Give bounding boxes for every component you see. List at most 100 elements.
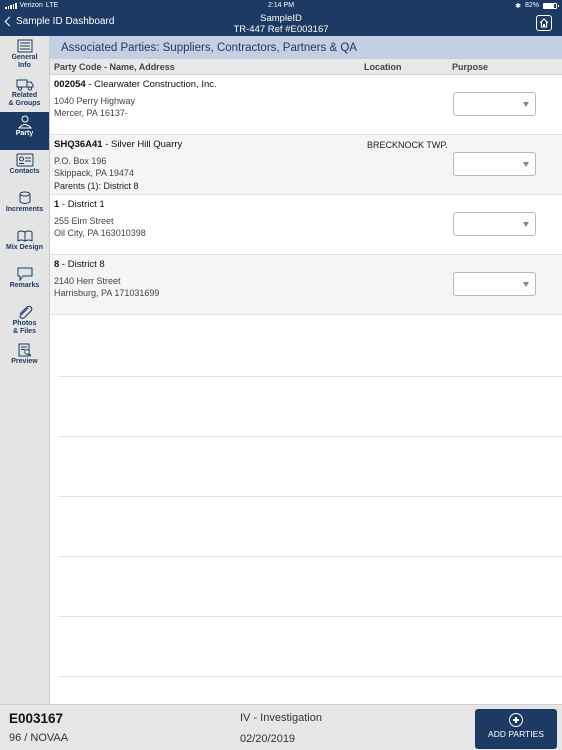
sidebar-item-photos-files[interactable]: Photos & Files xyxy=(0,302,49,340)
column-header-location: Location xyxy=(364,62,402,72)
paperclip-icon xyxy=(18,305,32,319)
home-button[interactable] xyxy=(536,15,552,31)
network-label: LTE xyxy=(45,2,59,9)
column-header-party: Party Code - Name, Address xyxy=(54,62,175,72)
sample-id: E003167 xyxy=(9,711,64,726)
party-name: - Clearwater Construction, Inc. xyxy=(85,79,217,90)
sidebar-item-party[interactable]: Party xyxy=(0,112,49,150)
party-address-line2: Mercer, PA 16137- xyxy=(54,108,128,118)
party-address: P.O. Box 196 Skippack, PA 19474 xyxy=(54,155,134,179)
sample-date: 02/20/2019 xyxy=(240,733,296,745)
party-address-line1: 1040 Perry Highway xyxy=(54,96,136,106)
footer-bar: E003167 96 / NOVAA IV - Investigation 02… xyxy=(0,704,562,750)
sidebar: General Info Related & Groups Party Cont… xyxy=(0,36,50,704)
bluetooth-icon: ✱ xyxy=(515,2,521,10)
sidebar-item-label: Party xyxy=(15,130,34,137)
empty-list-area xyxy=(58,317,562,677)
purpose-dropdown[interactable] xyxy=(453,212,536,236)
list-icon xyxy=(17,39,32,53)
sidebar-item-label: Preview xyxy=(11,358,38,365)
party-location: BRECKNOCK TWP. xyxy=(367,140,448,150)
sidebar-item-mix-design[interactable]: Mix Design xyxy=(0,226,49,264)
empty-row-divider xyxy=(58,617,562,677)
purpose-dropdown[interactable] xyxy=(453,92,536,116)
party-parents: Parents (1): District 8 xyxy=(54,181,139,191)
column-headers: Party Code - Name, Address Location Purp… xyxy=(50,59,562,75)
section-title: Associated Parties: Suppliers, Contracto… xyxy=(50,36,562,59)
party-address-line1: P.O. Box 196 xyxy=(54,156,107,166)
caret-down-icon xyxy=(523,282,529,287)
status-bar: Verizon LTE 2:14 PM ✱ 82% xyxy=(0,0,562,11)
party-code-name: 8 - District 8 xyxy=(54,259,105,270)
sidebar-item-label: Remarks xyxy=(9,282,40,289)
sidebar-item-label: General Info xyxy=(11,54,38,69)
party-address: 255 Elm Street Oil City, PA 163010398 xyxy=(54,215,146,239)
party-row[interactable]: 1 - District 1 255 Elm Street Oil City, … xyxy=(50,195,562,255)
party-code-name: SHQ36A41 - Silver Hill Quarry xyxy=(54,139,182,150)
battery-icon xyxy=(543,2,559,9)
party-code: SHQ36A41 xyxy=(54,139,103,150)
purpose-dropdown[interactable] xyxy=(453,152,536,176)
page-title: SampleID xyxy=(260,13,302,24)
status-right: ✱ 82% xyxy=(515,2,559,10)
sidebar-item-remarks[interactable]: Remarks xyxy=(0,264,49,302)
sidebar-item-general-info[interactable]: General Info xyxy=(0,36,49,74)
empty-row-divider xyxy=(58,317,562,377)
party-name: - District 1 xyxy=(59,199,105,210)
empty-row-divider xyxy=(58,377,562,437)
sidebar-item-label: Photos & Files xyxy=(12,320,37,335)
sidebar-item-contacts[interactable]: Contacts xyxy=(0,150,49,188)
party-address-line2: Harrisburg, PA 171031699 xyxy=(54,288,160,298)
home-icon xyxy=(539,18,549,28)
party-code-name: 002054 - Clearwater Construction, Inc. xyxy=(54,79,217,90)
sidebar-item-label: Mix Design xyxy=(6,244,43,251)
caret-down-icon xyxy=(523,162,529,167)
party-address-line1: 2140 Herr Street xyxy=(54,276,121,286)
empty-row-divider xyxy=(58,437,562,497)
sidebar-item-increments[interactable]: Increments xyxy=(0,188,49,226)
party-address: 2140 Herr Street Harrisburg, PA 17103169… xyxy=(54,275,159,299)
carrier-label: Verizon xyxy=(19,2,43,9)
add-parties-button[interactable]: ADD PARTIES xyxy=(475,709,557,749)
party-address: 1040 Perry Highway Mercer, PA 16137- xyxy=(54,95,135,119)
status-time: 2:14 PM xyxy=(267,2,295,9)
person-icon xyxy=(17,115,32,129)
empty-row-divider xyxy=(58,557,562,617)
nav-bar: Sample ID Dashboard SampleID TR-447 Ref … xyxy=(0,11,562,36)
party-row[interactable]: SHQ36A41 - Silver Hill Quarry P.O. Box 1… xyxy=(50,135,562,195)
book-icon xyxy=(17,230,32,242)
party-code-name: 1 - District 1 xyxy=(54,199,105,210)
battery-percent: 82% xyxy=(524,2,539,9)
main-content: Associated Parties: Suppliers, Contracto… xyxy=(50,36,562,704)
sample-sub: 96 / NOVAA xyxy=(9,732,69,744)
sidebar-item-label: Contacts xyxy=(9,168,40,175)
plus-circle-icon xyxy=(509,713,523,727)
sidebar-item-label: Increments xyxy=(5,206,44,213)
caret-down-icon xyxy=(523,222,529,227)
sidebar-item-preview[interactable]: Preview xyxy=(0,340,49,378)
party-address-line1: 255 Elm Street xyxy=(54,216,114,226)
empty-row-divider xyxy=(58,497,562,557)
column-header-purpose: Purpose xyxy=(452,62,489,72)
party-code: 002054 xyxy=(54,79,86,90)
speech-bubble-icon xyxy=(17,267,32,281)
sample-type: IV - Investigation xyxy=(240,712,322,724)
nav-title: SampleID TR-447 Ref #E003167 xyxy=(0,13,562,35)
party-name: - Silver Hill Quarry xyxy=(102,139,183,150)
page-subtitle: TR-447 Ref #E003167 xyxy=(233,24,329,35)
add-parties-label: ADD PARTIES xyxy=(488,729,544,739)
document-search-icon xyxy=(18,343,31,357)
truck-icon xyxy=(16,79,33,91)
signal-icon xyxy=(5,2,17,9)
contact-card-icon xyxy=(16,153,33,167)
party-row[interactable]: 002054 - Clearwater Construction, Inc. 1… xyxy=(50,75,562,135)
party-address-line2: Skippack, PA 19474 xyxy=(54,168,134,178)
purpose-dropdown[interactable] xyxy=(453,272,536,296)
sidebar-item-related-groups[interactable]: Related & Groups xyxy=(0,74,49,112)
party-row[interactable]: 8 - District 8 2140 Herr Street Harrisbu… xyxy=(50,255,562,315)
party-name: - District 8 xyxy=(59,259,105,270)
cylinder-icon xyxy=(19,191,30,204)
status-left: Verizon LTE xyxy=(5,2,58,9)
party-address-line2: Oil City, PA 163010398 xyxy=(54,228,146,238)
sidebar-item-label: Related & Groups xyxy=(8,92,41,107)
